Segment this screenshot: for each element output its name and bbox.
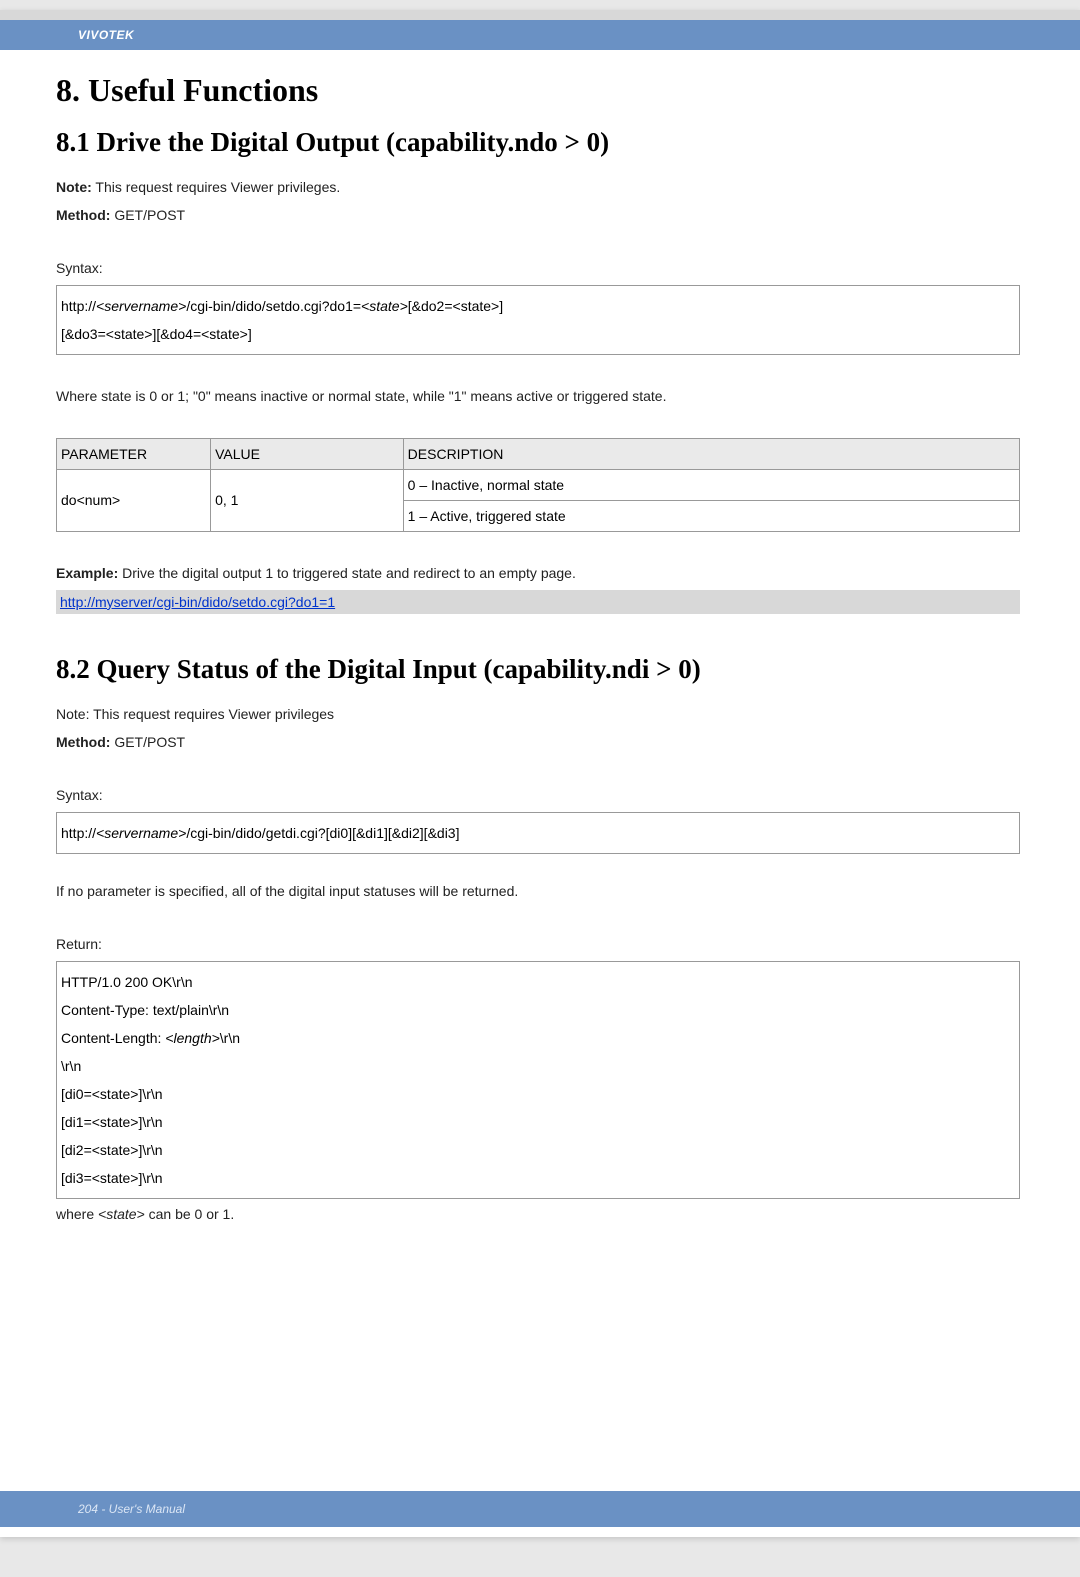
td-value: 0, 1 — [211, 469, 404, 531]
syntax-line-1: http://<servername>/cgi-bin/dido/setdo.c… — [61, 292, 1015, 320]
heading-8-1: 8.1 Drive the Digital Output (capability… — [56, 127, 1020, 158]
method-label: Method: — [56, 207, 110, 223]
note-82: Note: This request requires Viewer privi… — [56, 703, 1020, 725]
note-81: Note: This request requires Viewer privi… — [56, 176, 1020, 198]
param-table-81: PARAMETER VALUE DESCRIPTION do<num> 0, 1… — [56, 438, 1020, 532]
method-text: GET/POST — [110, 207, 185, 223]
where-text: where — [56, 1206, 98, 1222]
syntax-label-81: Syntax: — [56, 257, 1020, 279]
method-text: GET/POST — [110, 734, 185, 750]
syntax-line-2: [&do3=<state>][&do4=<state>] — [61, 320, 1015, 348]
method-label: Method: — [56, 734, 110, 750]
method-81: Method: GET/POST — [56, 204, 1020, 226]
footer-band: 204 - User's Manual — [0, 1491, 1080, 1527]
top-gray-bar — [0, 10, 1080, 20]
table-header-row: PARAMETER VALUE DESCRIPTION — [57, 438, 1020, 469]
note-label: Note: — [56, 179, 92, 195]
heading-8: 8. Useful Functions — [56, 72, 1020, 109]
syntax-text: /cgi-bin/dido/getdi.cgi?[di0][&di1][&di2… — [186, 825, 459, 841]
syntax-label-82: Syntax: — [56, 784, 1020, 806]
example-link[interactable]: http://myserver/cgi-bin/dido/setdo.cgi?d… — [60, 594, 335, 610]
return-line: [di2=<state>]\r\n — [61, 1136, 1015, 1164]
syntax-text: http:// — [61, 298, 96, 314]
footer-text: 204 - User's Manual — [78, 1502, 185, 1516]
return-box: HTTP/1.0 200 OK\r\n Content-Type: text/p… — [56, 961, 1020, 1199]
table-row: do<num> 0, 1 0 – Inactive, normal state — [57, 469, 1020, 500]
td-param: do<num> — [57, 469, 211, 531]
return-line: [di0=<state>]\r\n — [61, 1080, 1015, 1108]
td-desc-0: 0 – Inactive, normal state — [403, 469, 1019, 500]
note-text: This request requires Viewer privileges. — [92, 179, 341, 195]
where-state-var: <state> — [98, 1206, 145, 1222]
return-line: [di3=<state>]\r\n — [61, 1164, 1015, 1192]
return-length: <length> — [165, 1030, 220, 1046]
syntax-text: [&do2=<state>] — [408, 298, 503, 314]
return-line: \r\n — [61, 1052, 1015, 1080]
syntax-box-82: http://<servername>/cgi-bin/dido/getdi.c… — [56, 812, 1020, 854]
th-parameter: PARAMETER — [57, 438, 211, 469]
syntax-servername: <servername> — [96, 298, 186, 314]
document-page: VIVOTEK 8. Useful Functions 8.1 Drive th… — [0, 10, 1080, 1537]
return-line: Content-Length: <length>\r\n — [61, 1024, 1015, 1052]
return-line: [di1=<state>]\r\n — [61, 1108, 1015, 1136]
syntax-servername: <servername> — [96, 825, 186, 841]
return-line: HTTP/1.0 200 OK\r\n — [61, 968, 1015, 996]
content-area: 8. Useful Functions 8.1 Drive the Digita… — [0, 50, 1080, 1251]
heading-8-2: 8.2 Query Status of the Digital Input (c… — [56, 654, 1020, 685]
return-text: \r\n — [220, 1030, 240, 1046]
return-label: Return: — [56, 933, 1020, 955]
example-label: Example: — [56, 565, 118, 581]
th-description: DESCRIPTION — [403, 438, 1019, 469]
return-line: Content-Type: text/plain\r\n — [61, 996, 1015, 1024]
header-band: VIVOTEK — [0, 20, 1080, 50]
syntax-text: http:// — [61, 825, 96, 841]
example-81: Example: Drive the digital output 1 to t… — [56, 562, 1020, 584]
syntax-box-81: http://<servername>/cgi-bin/dido/setdo.c… — [56, 285, 1020, 355]
where-state: where <state> can be 0 or 1. — [56, 1203, 1020, 1225]
example-text: Drive the digital output 1 to triggered … — [118, 565, 576, 581]
brand-label: VIVOTEK — [78, 28, 134, 42]
where-text: can be 0 or 1. — [145, 1206, 235, 1222]
where-text-81: Where state is 0 or 1; "0" means inactiv… — [56, 385, 1020, 407]
td-desc-1: 1 – Active, triggered state — [403, 500, 1019, 531]
method-82: Method: GET/POST — [56, 731, 1020, 753]
syntax-line: http://<servername>/cgi-bin/dido/getdi.c… — [61, 819, 1015, 847]
example-link-box: http://myserver/cgi-bin/dido/setdo.cgi?d… — [56, 590, 1020, 614]
syntax-text: /cgi-bin/dido/setdo.cgi?do1= — [186, 298, 361, 314]
noparam-text: If no parameter is specified, all of the… — [56, 880, 1020, 902]
th-value: VALUE — [211, 438, 404, 469]
return-text: Content-Length: — [61, 1030, 165, 1046]
syntax-state: <state> — [361, 298, 408, 314]
